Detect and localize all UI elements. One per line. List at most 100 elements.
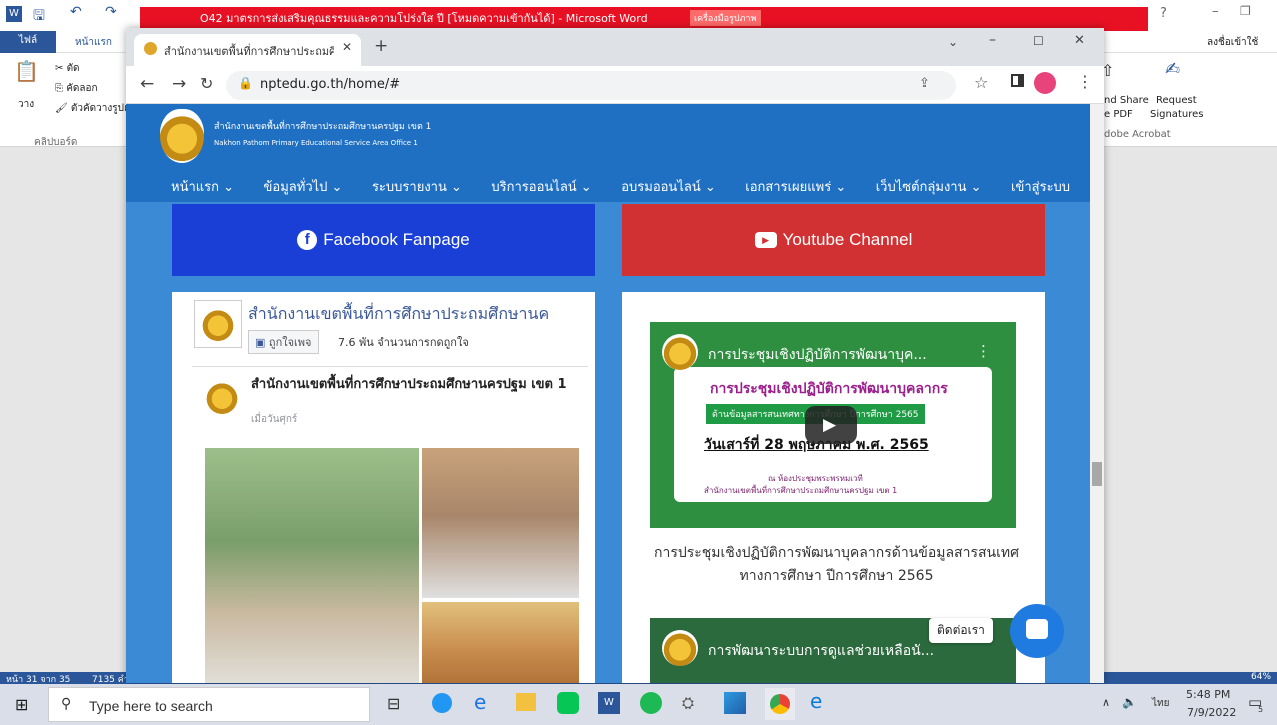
video1-menu-icon[interactable]: ⋮: [976, 342, 991, 360]
video1-thumbnail[interactable]: การประชุมเชิงปฏิบัติการพัฒนาบุค... ⋮ การ…: [650, 322, 1016, 528]
profile-avatar[interactable]: [1034, 72, 1056, 94]
contact-us-label[interactable]: ติดต่อเรา: [929, 618, 993, 643]
volume-icon[interactable]: 🔈: [1122, 695, 1137, 709]
nav-login[interactable]: เข้าสู่ระบบ: [1011, 176, 1070, 197]
fb-post-author[interactable]: สำนักงานเขตพื้นที่การศึกษาประถมศึกษานครป…: [251, 377, 587, 392]
taskbar-search-placeholder: Type here to search: [89, 698, 213, 714]
undo-icon[interactable]: ↶: [70, 4, 82, 20]
tray-chevron-icon[interactable]: ∧: [1102, 696, 1110, 709]
menu-kebab-icon[interactable]: ⋮: [1077, 72, 1093, 91]
share-label[interactable]: nd Share: [1104, 95, 1149, 106]
tab-home[interactable]: หน้าแรก: [75, 35, 112, 50]
share-icon[interactable]: ⇪: [919, 76, 930, 91]
windows-start-icon[interactable]: ⊞: [15, 695, 28, 714]
video1-play-button[interactable]: ▶: [805, 406, 857, 444]
clock-date[interactable]: 7/9/2022: [1187, 706, 1236, 719]
tab-file[interactable]: ไฟล์: [0, 31, 56, 53]
browser-window: สำนักงานเขตพื้นที่การศึกษาประถมศึก ✕ + ⌄…: [126, 28, 1104, 683]
spotify-icon[interactable]: [640, 692, 662, 714]
request-label[interactable]: Request: [1156, 95, 1197, 106]
photos-icon[interactable]: [724, 692, 746, 714]
nav-reports[interactable]: ระบบรายงาน ⌄: [372, 176, 462, 197]
minimize-icon[interactable]: –: [989, 32, 996, 48]
video2-channel-avatar[interactable]: [662, 630, 698, 666]
fb-like-page-button[interactable]: ▣ ถูกใจเพจ: [248, 330, 319, 354]
paste-icon[interactable]: 📋: [14, 59, 39, 83]
pdf-label[interactable]: e PDF: [1104, 109, 1133, 120]
sign-in-link[interactable]: ลงชื่อเข้าใช้: [1207, 35, 1258, 50]
facebook-fanpage-card[interactable]: f Facebook Fanpage: [172, 204, 595, 276]
edge-taskbar-icon[interactable]: e: [810, 689, 822, 713]
fb-page-avatar[interactable]: [194, 300, 242, 348]
nav-documents[interactable]: เอกสารเผยแพร่ ⌄: [745, 176, 846, 197]
chrome-taskbar-icon[interactable]: [432, 693, 452, 713]
facebook-fanpage-label: Facebook Fanpage: [323, 230, 470, 249]
copy-label: คัดลอก: [66, 83, 98, 94]
taskbar-app-icon[interactable]: ⛭: [682, 694, 694, 712]
nav-home-label: หน้าแรก: [171, 180, 219, 195]
nav-online-training[interactable]: อบรมออนไลน์ ⌄: [621, 176, 716, 197]
chat-button[interactable]: [1010, 604, 1064, 658]
fb-post-time[interactable]: เมื่อวันศุกร์: [251, 412, 297, 427]
restore-word-icon[interactable]: ❐: [1240, 4, 1251, 18]
fb-post-photo-2[interactable]: [422, 448, 579, 598]
video2-title[interactable]: การพัฒนาระบบการดูแลช่วยเหลือนั...: [708, 640, 934, 662]
fb-post-photo-3[interactable]: [422, 602, 579, 683]
lock-icon[interactable]: 🔒: [238, 76, 253, 90]
nav-documents-label: เอกสารเผยแพร่: [745, 180, 832, 195]
fb-post-avatar[interactable]: [205, 380, 239, 414]
page-scrollbar[interactable]: [1090, 104, 1104, 683]
close-window-icon[interactable]: ✕: [1074, 33, 1085, 48]
minimize-word-icon[interactable]: –: [1212, 4, 1219, 19]
task-view-icon[interactable]: ⊟: [387, 694, 400, 713]
address-bar[interactable]: 🔒 nptedu.go.th/home/# ⇪: [226, 71, 956, 100]
video1-channel-avatar[interactable]: [662, 334, 698, 370]
youtube-channel-card[interactable]: ▶ Youtube Channel: [622, 204, 1045, 276]
line-app-icon[interactable]: [557, 692, 579, 714]
fb-page-name[interactable]: สำนักงานเขตพื้นที่การศึกษาประถมศึกษานค: [248, 302, 588, 327]
word-taskbar-icon[interactable]: W: [598, 692, 620, 714]
word-document-title: O42 มาตรการส่งเสริมคุณธรรมและความโปร่งใส…: [200, 12, 648, 25]
new-tab-icon[interactable]: +: [374, 36, 388, 56]
copy-button[interactable]: ⎘ คัดลอก: [55, 81, 98, 96]
fb-post-photo-main[interactable]: [205, 448, 419, 683]
video1-place-line2: สำนักงานเขตพื้นที่การศึกษาประถมศึกษานครป…: [704, 486, 898, 495]
close-tab-icon[interactable]: ✕: [342, 40, 352, 54]
video1-title[interactable]: การประชุมเชิงปฏิบัติการพัฒนาบุค...: [708, 344, 927, 366]
bookmark-star-icon[interactable]: ☆: [974, 73, 988, 92]
file-explorer-icon[interactable]: [516, 693, 536, 711]
back-icon[interactable]: ←: [140, 74, 154, 94]
forward-icon[interactable]: →: [172, 74, 186, 94]
site-logo[interactable]: [160, 109, 204, 163]
edge-legacy-taskbar-icon[interactable]: e: [474, 690, 486, 714]
side-panel-icon[interactable]: [1011, 74, 1024, 87]
cut-button[interactable]: ✂ ตัด: [55, 61, 80, 76]
request-signatures-icon[interactable]: ✍: [1165, 59, 1180, 80]
nav-reports-label: ระบบรายงาน: [371, 180, 447, 195]
save-icon[interactable]: 🖫: [33, 5, 45, 29]
help-icon[interactable]: ?: [1160, 6, 1167, 21]
video1-caption[interactable]: การประชุมเชิงปฏิบัติการพัฒนาบุคลากรด้านข…: [644, 542, 1029, 588]
chrome-active-icon[interactable]: [765, 688, 795, 720]
url-text[interactable]: nptedu.go.th/home/#: [260, 77, 400, 92]
redo-icon[interactable]: ↷: [105, 4, 117, 20]
nav-home[interactable]: หน้าแรก ⌄: [171, 176, 234, 197]
scrollbar-thumb[interactable]: [1092, 462, 1102, 486]
taskbar-search-box[interactable]: ⚲ Type here to search: [48, 687, 370, 722]
picture-tools-tab[interactable]: เครื่องมือรูปภาพ: [690, 10, 761, 26]
format-painter-button[interactable]: 🖌 ตัวคัดวางรูปแบ: [55, 101, 137, 116]
input-language[interactable]: ไทย: [1152, 696, 1169, 711]
nav-group-websites[interactable]: เว็บไซต์กลุ่มงาน ⌄: [876, 176, 982, 197]
clock-time[interactable]: 5:48 PM: [1186, 688, 1230, 701]
status-zoom[interactable]: 64%: [1251, 672, 1271, 682]
site-header: สำนักงานเขตพื้นที่การศึกษาประถมศึกษานครป…: [126, 104, 1090, 202]
maximize-icon[interactable]: ☐: [1033, 34, 1044, 48]
reload-icon[interactable]: ↻: [200, 74, 213, 93]
signatures-label[interactable]: Signatures: [1150, 109, 1203, 120]
browser-tab[interactable]: สำนักงานเขตพื้นที่การศึกษาประถมศึก ✕: [134, 34, 361, 66]
nav-online-services[interactable]: บริการออนไลน์ ⌄: [491, 176, 591, 197]
browser-tab-strip: สำนักงานเขตพื้นที่การศึกษาประถมศึก ✕ + ⌄…: [126, 28, 1104, 66]
tab-search-icon[interactable]: ⌄: [948, 35, 958, 49]
paste-label[interactable]: วาง: [18, 97, 34, 112]
nav-general-info[interactable]: ข้อมูลทั่วไป ⌄: [264, 176, 343, 197]
